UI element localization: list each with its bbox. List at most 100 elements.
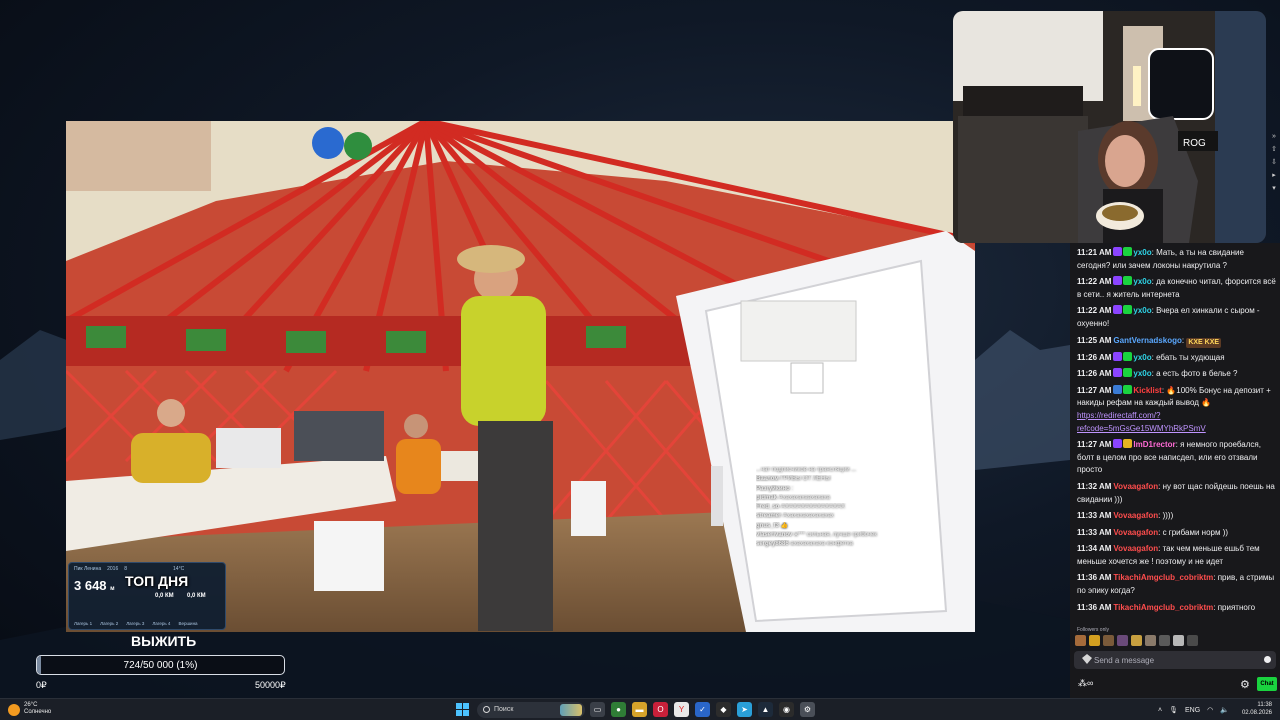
message-time: 11:27 AM bbox=[1077, 440, 1112, 450]
obs-icon[interactable]: ◉ bbox=[779, 702, 794, 717]
webcam-side-controls: » ⇧ ⇩ ▸ ▾ bbox=[1268, 130, 1280, 195]
taskbar-clock[interactable]: 11:38 02.08.2026 bbox=[1238, 701, 1272, 717]
badge-icon[interactable] bbox=[1113, 276, 1123, 286]
channel-points-icon[interactable]: ⁂∞ bbox=[1078, 678, 1093, 689]
message-time: 11:26 AM bbox=[1077, 369, 1112, 379]
emote-icon[interactable] bbox=[1103, 635, 1114, 646]
system-tray: ˄ 🎙 ENG ◠ 🔈 bbox=[1158, 702, 1229, 718]
badge-icon[interactable] bbox=[1123, 439, 1133, 449]
emote-picker-icon[interactable] bbox=[1264, 656, 1271, 663]
weather-desc: Солнечно bbox=[24, 709, 52, 715]
search-placeholder: Поиск bbox=[494, 706, 514, 713]
chat-message: 11:26 AM yx0o: ебать ты худющая bbox=[1077, 351, 1276, 365]
video-chat-overlay: ...чат подписчиков на трансляции ... Ваал… bbox=[756, 466, 975, 631]
emote-icon[interactable] bbox=[1075, 635, 1086, 646]
chat-input-box bbox=[1074, 651, 1276, 669]
collapse-icon[interactable]: » bbox=[1268, 130, 1280, 143]
windows-taskbar: 26°C Солнечно Поиск ▭ ● ▬ O Y ✓ ◆ ➤ ▲ ◉ … bbox=[0, 698, 1280, 720]
message-username[interactable]: Vovaagafon bbox=[1113, 544, 1158, 553]
message-username[interactable]: Kicklist bbox=[1133, 386, 1161, 395]
search-highlight-image bbox=[560, 704, 582, 716]
windows-start-icon[interactable] bbox=[456, 703, 469, 716]
badge-icon[interactable] bbox=[1123, 276, 1133, 286]
message-username[interactable]: yx0o bbox=[1133, 277, 1151, 286]
message-username[interactable]: yx0o bbox=[1133, 306, 1151, 315]
message-username[interactable]: Vovaagafon bbox=[1113, 511, 1158, 520]
opera-icon[interactable]: O bbox=[653, 702, 668, 717]
microphone-icon[interactable]: 🎙 bbox=[1169, 706, 1178, 714]
message-username[interactable]: yx0o bbox=[1133, 353, 1151, 362]
video-chat-user: gnus_f3 bbox=[756, 522, 780, 529]
video-chat-user: Разгуйкино bbox=[756, 485, 790, 492]
video-chat-line: Fred_so АХАХАХАХАХАХАХАХ bbox=[756, 503, 975, 512]
badge-icon[interactable] bbox=[1123, 368, 1133, 378]
message-username[interactable]: yx0o bbox=[1133, 369, 1151, 378]
video-chat-user: vlaserivanov bbox=[756, 532, 793, 539]
message-text: : bbox=[1181, 335, 1185, 345]
message-username[interactable]: TikachiAmgclub_cobriktm bbox=[1113, 573, 1213, 582]
emote-icon[interactable] bbox=[1131, 635, 1142, 646]
download-icon[interactable]: ⇩ bbox=[1268, 156, 1280, 169]
widget-camp-4: Лагерь 4 bbox=[152, 621, 171, 626]
emote-icon[interactable] bbox=[1187, 635, 1198, 646]
search-icon bbox=[483, 706, 490, 713]
badge-icon[interactable] bbox=[1113, 384, 1123, 394]
stream-video[interactable]: ...чат подписчиков на трансляции ... Ваал… bbox=[66, 121, 975, 632]
message-username[interactable]: ImD1rector bbox=[1133, 440, 1175, 449]
chat-message: 11:33 AM Vovaagafon: )))) bbox=[1077, 510, 1276, 523]
badge-icon[interactable] bbox=[1123, 351, 1133, 361]
tray-overflow-icon[interactable]: ˄ bbox=[1158, 707, 1162, 714]
task-view-icon[interactable]: ▭ bbox=[590, 702, 605, 717]
yandex-icon[interactable]: Y bbox=[674, 702, 689, 717]
chevron-down-icon[interactable]: ▾ bbox=[1268, 182, 1280, 195]
language-indicator[interactable]: ENG bbox=[1185, 707, 1200, 714]
message-username[interactable]: yx0o bbox=[1133, 248, 1151, 257]
file-explorer-icon[interactable]: ▬ bbox=[632, 702, 647, 717]
chat-message-list: 11:21 AM yx0o: Мать, а ты на свидание сег… bbox=[1077, 247, 1276, 618]
emote-icon[interactable]: KXE KXE bbox=[1186, 337, 1222, 348]
webcam-feed[interactable]: ROG bbox=[953, 11, 1266, 243]
emote-icon[interactable] bbox=[1089, 635, 1100, 646]
chrome-icon[interactable]: ● bbox=[611, 702, 626, 717]
gear-icon[interactable]: ⚙ bbox=[1240, 678, 1250, 691]
video-chat-line: gnus_f3 👍 bbox=[756, 522, 975, 531]
top-day-banner: ТОП ДНЯ bbox=[125, 573, 189, 589]
message-username[interactable]: GantVernadskogo bbox=[1113, 336, 1181, 345]
settings-icon[interactable]: ⚙ bbox=[800, 702, 815, 717]
badge-icon[interactable] bbox=[1113, 351, 1123, 361]
message-username[interactable]: Vovaagafon bbox=[1113, 482, 1158, 491]
taskbar-search[interactable]: Поиск bbox=[477, 702, 585, 718]
emote-icon[interactable] bbox=[1173, 635, 1184, 646]
todo-icon[interactable]: ✓ bbox=[695, 702, 710, 717]
video-chat-text: 👍 bbox=[780, 522, 789, 529]
telegram-icon[interactable]: ➤ bbox=[737, 702, 752, 717]
message-text: : )))) bbox=[1158, 511, 1174, 521]
bits-icon[interactable] bbox=[1082, 654, 1092, 664]
emote-icon[interactable] bbox=[1117, 635, 1128, 646]
badge-icon[interactable] bbox=[1123, 384, 1133, 394]
chat-send-button[interactable]: Chat bbox=[1257, 677, 1277, 691]
emote-icon[interactable] bbox=[1145, 635, 1156, 646]
video-chat-user: Ваалом bbox=[756, 476, 779, 483]
widget-camp-1: Лагерь 1 bbox=[74, 621, 93, 626]
weather-widget[interactable]: 26°C Солнечно bbox=[8, 702, 51, 716]
badge-icon[interactable] bbox=[1113, 439, 1123, 449]
chat-message-input[interactable] bbox=[1094, 653, 1264, 667]
badge-icon[interactable] bbox=[1123, 305, 1133, 315]
badge-icon[interactable] bbox=[1113, 368, 1123, 378]
upload-icon[interactable]: ⇧ bbox=[1268, 143, 1280, 156]
chat-message: 11:22 AM yx0o: Вчера ел хинкали с сыром -… bbox=[1077, 305, 1276, 330]
badge-icon[interactable] bbox=[1113, 305, 1123, 315]
message-username[interactable]: Vovaagafon bbox=[1113, 528, 1158, 537]
message-username[interactable]: TikachiAmgclub_cobriktm bbox=[1113, 603, 1213, 612]
message-link[interactable]: https://redirectaff.com/?refcode=5mGsGe1… bbox=[1077, 411, 1206, 433]
wifi-icon[interactable]: ◠ bbox=[1207, 706, 1213, 714]
epic-icon[interactable]: ◆ bbox=[716, 702, 731, 717]
volume-icon[interactable]: 🔈 bbox=[1220, 706, 1229, 714]
play-icon[interactable]: ▸ bbox=[1268, 169, 1280, 182]
emote-icon[interactable] bbox=[1159, 635, 1170, 646]
widget-header-title: Пик Ленина bbox=[74, 566, 102, 572]
steam-icon[interactable]: ▲ bbox=[758, 702, 773, 717]
badge-icon[interactable] bbox=[1113, 247, 1123, 256]
badge-icon[interactable] bbox=[1123, 247, 1133, 256]
